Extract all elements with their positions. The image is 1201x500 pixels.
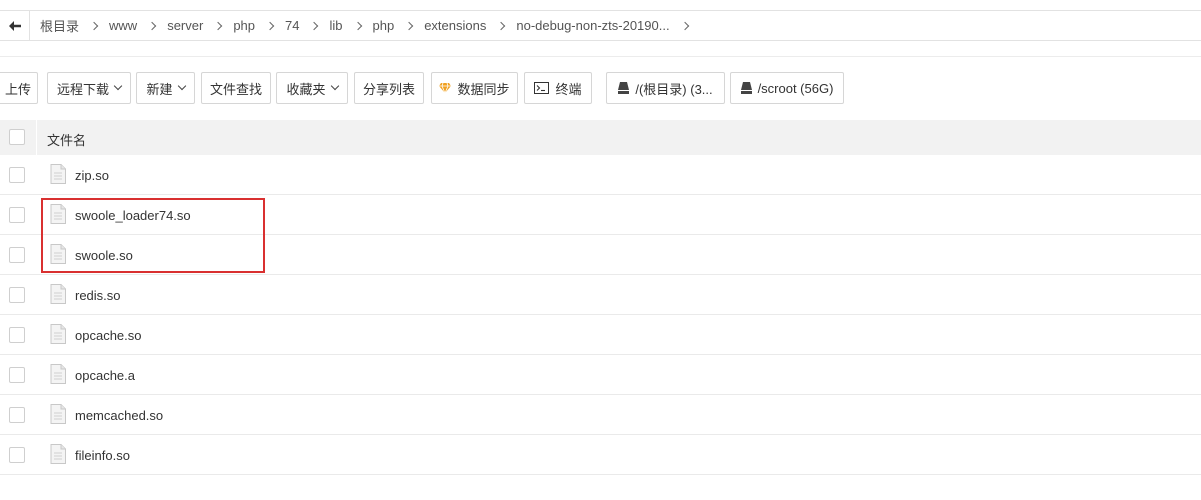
disk-scroot-button[interactable]: /scroot (56G) (730, 72, 844, 104)
upload-button[interactable]: 上传 (0, 72, 38, 104)
data-sync-button[interactable]: 数据同步 (431, 72, 518, 104)
chevron-down-icon (330, 81, 339, 91)
table-row[interactable]: fileinfo.so (0, 435, 1201, 475)
breadcrumb-item-php[interactable]: php (223, 18, 265, 33)
file-name[interactable]: memcached.so (75, 408, 163, 423)
hard-drive-icon (740, 82, 752, 94)
chevron-right-icon (265, 21, 275, 30)
chevron-right-icon (310, 21, 319, 30)
breadcrumb-item-lib[interactable]: lib (319, 18, 352, 33)
file-icon (50, 244, 66, 267)
remote-download-label: 远程下载 (56, 81, 109, 97)
row-checkbox[interactable] (9, 167, 25, 183)
row-checkbox[interactable] (9, 407, 25, 423)
file-name[interactable]: fileinfo.so (75, 448, 130, 463)
row-checkbox[interactable] (9, 287, 25, 303)
chevron-right-icon (214, 21, 223, 30)
table-header: 文件名 (0, 120, 1201, 155)
chevron-right-icon (497, 21, 506, 30)
row-checkbox[interactable] (9, 207, 25, 223)
toolbar: 上传 远程下载 新建 文件查找 收藏夹 分享列表 数据同步 终端 /(根目录) … (0, 72, 1201, 105)
row-checkbox[interactable] (9, 367, 25, 383)
chevron-right-icon (680, 21, 689, 30)
select-all-cell (0, 120, 37, 155)
breadcrumb-bar: 根目录 www server php 74 lib php extensions… (0, 10, 1201, 41)
row-checkbox[interactable] (9, 327, 25, 343)
column-header-name[interactable]: 文件名 (47, 130, 86, 149)
table-row[interactable]: swoole.so (0, 235, 1201, 275)
share-list-button[interactable]: 分享列表 (354, 72, 424, 104)
file-name[interactable]: zip.so (75, 168, 109, 183)
new-label: 新建 (146, 81, 173, 97)
file-name[interactable]: redis.so (75, 288, 121, 303)
terminal-label: 终端 (555, 81, 582, 97)
back-button[interactable] (0, 11, 30, 40)
file-icon (50, 364, 66, 387)
table-row[interactable]: redis.so (0, 275, 1201, 315)
breadcrumb-item-extensions[interactable]: extensions (414, 18, 496, 33)
divider (0, 56, 1201, 57)
favorites-button[interactable]: 收藏夹 (276, 72, 348, 104)
chevron-right-icon (353, 21, 362, 30)
hard-drive-icon (618, 82, 630, 94)
table-row[interactable]: memcached.so (0, 395, 1201, 435)
favorites-label: 收藏夹 (286, 81, 326, 97)
file-search-button[interactable]: 文件查找 (201, 72, 271, 104)
file-icon (50, 284, 66, 307)
row-checkbox[interactable] (9, 247, 25, 263)
remote-download-button[interactable]: 远程下载 (47, 72, 131, 104)
disk-scroot-label: /scroot (56G) (757, 80, 834, 96)
file-icon (50, 164, 66, 187)
arrow-left-icon (8, 20, 21, 31)
breadcrumb-item-www[interactable]: www (99, 18, 147, 33)
breadcrumb-item-74[interactable]: 74 (275, 18, 309, 33)
file-icon (50, 404, 66, 427)
file-name[interactable]: swoole.so (75, 248, 133, 263)
breadcrumb: 根目录 www server php 74 lib php extensions… (30, 11, 690, 40)
new-button[interactable]: 新建 (136, 72, 195, 104)
diamond-icon (439, 83, 452, 93)
breadcrumb-item-current[interactable]: no-debug-non-zts-20190... (506, 18, 679, 33)
file-name[interactable]: swoole_loader74.so (75, 208, 191, 223)
file-icon (50, 324, 66, 347)
chevron-right-icon (404, 21, 414, 30)
file-icon (50, 444, 66, 467)
file-icon (50, 204, 66, 227)
table-row[interactable]: opcache.a (0, 355, 1201, 395)
disk-root-button[interactable]: /(根目录) (3... (606, 72, 725, 104)
chevron-right-icon (147, 21, 157, 30)
terminal-button[interactable]: 终端 (524, 72, 592, 104)
breadcrumb-item-server[interactable]: server (157, 18, 213, 33)
table-row[interactable]: zip.so (0, 155, 1201, 195)
file-name[interactable]: opcache.so (75, 328, 142, 343)
chevron-right-icon (89, 21, 99, 30)
share-list-label: 分享列表 (362, 81, 415, 97)
breadcrumb-item-root[interactable]: 根目录 (30, 16, 89, 35)
select-all-checkbox[interactable] (9, 129, 25, 145)
chevron-down-icon (177, 81, 186, 91)
row-checkbox[interactable] (9, 447, 25, 463)
breadcrumb-item-php-2[interactable]: php (363, 18, 405, 33)
table-row[interactable]: opcache.so (0, 315, 1201, 355)
table-row[interactable]: swoole_loader74.so (0, 195, 1201, 235)
disk-root-label: /(根目录) (3... (635, 81, 713, 97)
terminal-icon (534, 82, 550, 94)
file-search-label: 文件查找 (209, 81, 262, 97)
chevron-down-icon (113, 81, 123, 91)
upload-label: 上传 (4, 81, 31, 97)
data-sync-label: 数据同步 (457, 81, 510, 97)
file-name[interactable]: opcache.a (75, 368, 135, 383)
